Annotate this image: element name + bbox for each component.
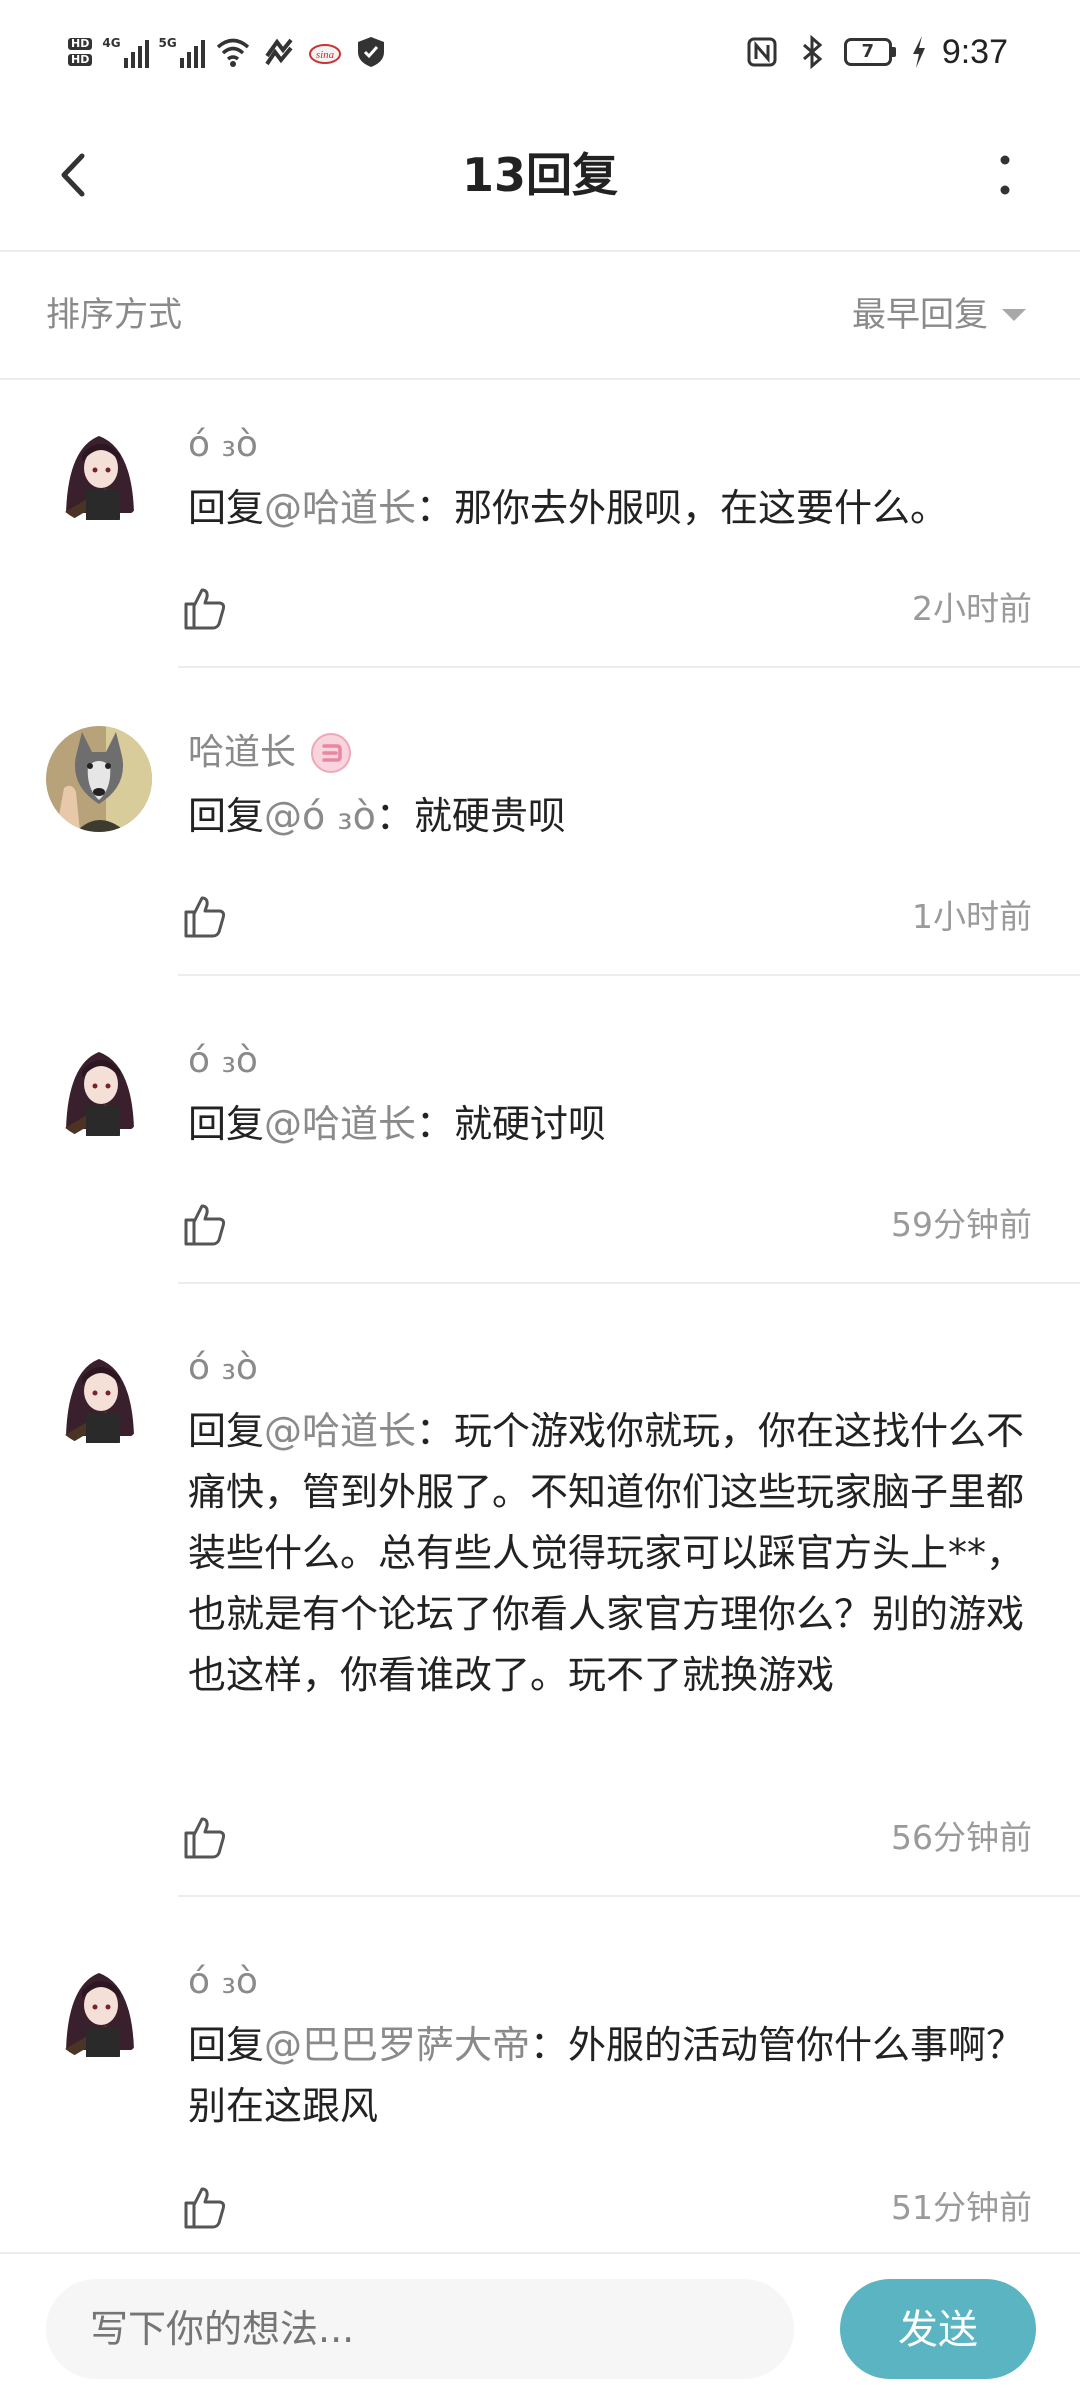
comment-item: ó ₃ò 回复@哈道长：那你去外服呗，在这要什么。 2小时前 xyxy=(0,418,1080,670)
send-button[interactable]: 发送 xyxy=(840,2279,1036,2379)
anime-girl-avatar xyxy=(46,1341,152,1447)
username[interactable]: 哈道长 xyxy=(188,726,352,780)
username[interactable]: ó ₃ò xyxy=(188,418,258,472)
comment-text: 回复@巴巴罗萨大帝：外服的活动管你什么事啊？别在这跟风 xyxy=(188,2015,1030,2137)
level-badge-icon xyxy=(311,733,352,773)
comment-input-bar: 发送 xyxy=(0,2252,1080,2402)
comment-body: ：就硬讨呗 xyxy=(416,1102,607,1146)
sina-icon: sina xyxy=(308,44,341,64)
wifi-icon xyxy=(216,38,249,67)
status-bar: HD HD 4G 5G sina 7 9:37 xyxy=(0,0,1080,100)
more-vertical-icon[interactable] xyxy=(970,140,1040,210)
clock: 9:37 xyxy=(941,32,1008,71)
thumbs-up-icon[interactable] xyxy=(180,2183,228,2231)
anime-girl-avatar xyxy=(46,1955,152,2061)
page-title: 13回复 xyxy=(461,148,618,202)
reply-prefix: 回复 xyxy=(188,1409,265,1453)
thumbs-up-icon[interactable] xyxy=(180,584,228,632)
username[interactable]: ó ₃ò xyxy=(188,1341,258,1395)
comment-text: 回复@哈道长：那你去外服呗，在这要什么。 xyxy=(188,478,1030,539)
avatar[interactable] xyxy=(46,418,152,524)
mention-link[interactable]: @哈道长 xyxy=(264,1102,416,1146)
mention-link[interactable]: @ó ₃ò xyxy=(264,794,376,838)
anime-girl-avatar xyxy=(46,418,152,524)
avatar[interactable] xyxy=(46,726,152,832)
mention-link[interactable]: @巴巴罗萨大帝 xyxy=(264,2023,530,2067)
sort-value: 最早回复 xyxy=(852,295,988,335)
reply-prefix: 回复 xyxy=(188,794,265,838)
divider xyxy=(178,1895,1080,1897)
mention-link[interactable]: @哈道长 xyxy=(264,486,416,530)
mention-link[interactable]: @哈道长 xyxy=(264,1409,416,1453)
hd-top-label: HD xyxy=(68,38,93,50)
timestamp: 51分钟前 xyxy=(891,2188,1032,2227)
caret-down-icon xyxy=(1002,309,1026,321)
comment-input[interactable] xyxy=(46,2279,794,2379)
username-text: ó ₃ò xyxy=(188,1040,258,1081)
timestamp: 1小时前 xyxy=(912,897,1032,936)
bluetooth-icon xyxy=(802,34,823,70)
sort-bar: 排序方式 最早回复 xyxy=(0,252,1080,380)
charging-icon xyxy=(912,36,925,68)
reply-prefix: 回复 xyxy=(188,2023,265,2067)
network-5g-label: 5G xyxy=(158,36,177,50)
timestamp: 56分钟前 xyxy=(891,1818,1032,1857)
svg-text:sina: sina xyxy=(316,49,335,61)
comment-body: ：就硬贵呗 xyxy=(375,794,566,838)
nfc-icon xyxy=(747,37,777,67)
health-icon xyxy=(265,38,293,66)
comment-text: 回复@哈道长：玩个游戏你就玩，你在这找什么不痛快，管到外服了。不知道你们这些玩家… xyxy=(188,1401,1030,1706)
reply-prefix: 回复 xyxy=(188,1102,265,1146)
hd-bottom-label: HD xyxy=(68,54,93,66)
username-text: ó ₃ò xyxy=(188,1961,258,2002)
status-bar-left: HD HD 4G 5G sina xyxy=(68,30,389,74)
comment-item: ó ₃ò 回复@哈道长：玩个游戏你就玩，你在这找什么不痛快，管到外服了。不知道你… xyxy=(0,1341,1080,1901)
battery-level: 7 xyxy=(843,38,892,66)
username[interactable]: ó ₃ò xyxy=(188,1034,258,1088)
comment-item: 哈道长 回复@ó ₃ò：就硬贵呗 1小时前 xyxy=(0,726,1080,978)
battery-icon: 7 xyxy=(843,38,896,66)
username-text: ó ₃ò xyxy=(188,1347,258,1388)
sort-label: 排序方式 xyxy=(46,295,182,335)
network-4g-label: 4G xyxy=(102,36,121,50)
divider xyxy=(178,1282,1080,1284)
thumbs-up-icon[interactable] xyxy=(180,1813,228,1861)
avatar[interactable] xyxy=(46,1955,152,2061)
status-bar-right: 7 9:37 xyxy=(744,30,1008,74)
signal-4g-icon: 4G xyxy=(102,36,149,68)
timestamp: 2小时前 xyxy=(912,589,1032,628)
comment-text: 回复@ó ₃ò：就硬贵呗 xyxy=(188,786,1030,847)
timestamp: 59分钟前 xyxy=(891,1205,1032,1244)
divider xyxy=(178,666,1080,668)
divider xyxy=(178,974,1080,976)
signal-5g-icon: 5G xyxy=(159,36,205,68)
shield-icon xyxy=(357,37,384,67)
comment-text: 回复@哈道长：就硬讨呗 xyxy=(188,1094,1030,1155)
username[interactable]: ó ₃ò xyxy=(188,1955,258,2009)
thumbs-up-icon[interactable] xyxy=(180,892,228,940)
top-navigation-bar: 13回复 xyxy=(0,100,1080,252)
avatar[interactable] xyxy=(46,1341,152,1447)
username-text: ó ₃ò xyxy=(188,424,258,465)
avatar[interactable] xyxy=(46,1034,152,1140)
thumbs-up-icon[interactable] xyxy=(180,1200,228,1248)
hd-icon: HD HD xyxy=(68,38,93,66)
dog-avatar xyxy=(46,726,152,832)
sort-dropdown[interactable]: 最早回复 xyxy=(852,292,1026,338)
reply-prefix: 回复 xyxy=(188,486,265,530)
username-text: 哈道长 xyxy=(188,732,297,773)
comment-item: ó ₃ò 回复@哈道长：就硬讨呗 59分钟前 xyxy=(0,1034,1080,1286)
anime-girl-avatar xyxy=(46,1034,152,1140)
comment-body: ：那你去外服呗，在这要什么。 xyxy=(416,486,949,530)
comment-item: ó ₃ò 回复@巴巴罗萨大帝：外服的活动管你什么事啊？别在这跟风 51分钟前 xyxy=(0,1955,1080,2251)
